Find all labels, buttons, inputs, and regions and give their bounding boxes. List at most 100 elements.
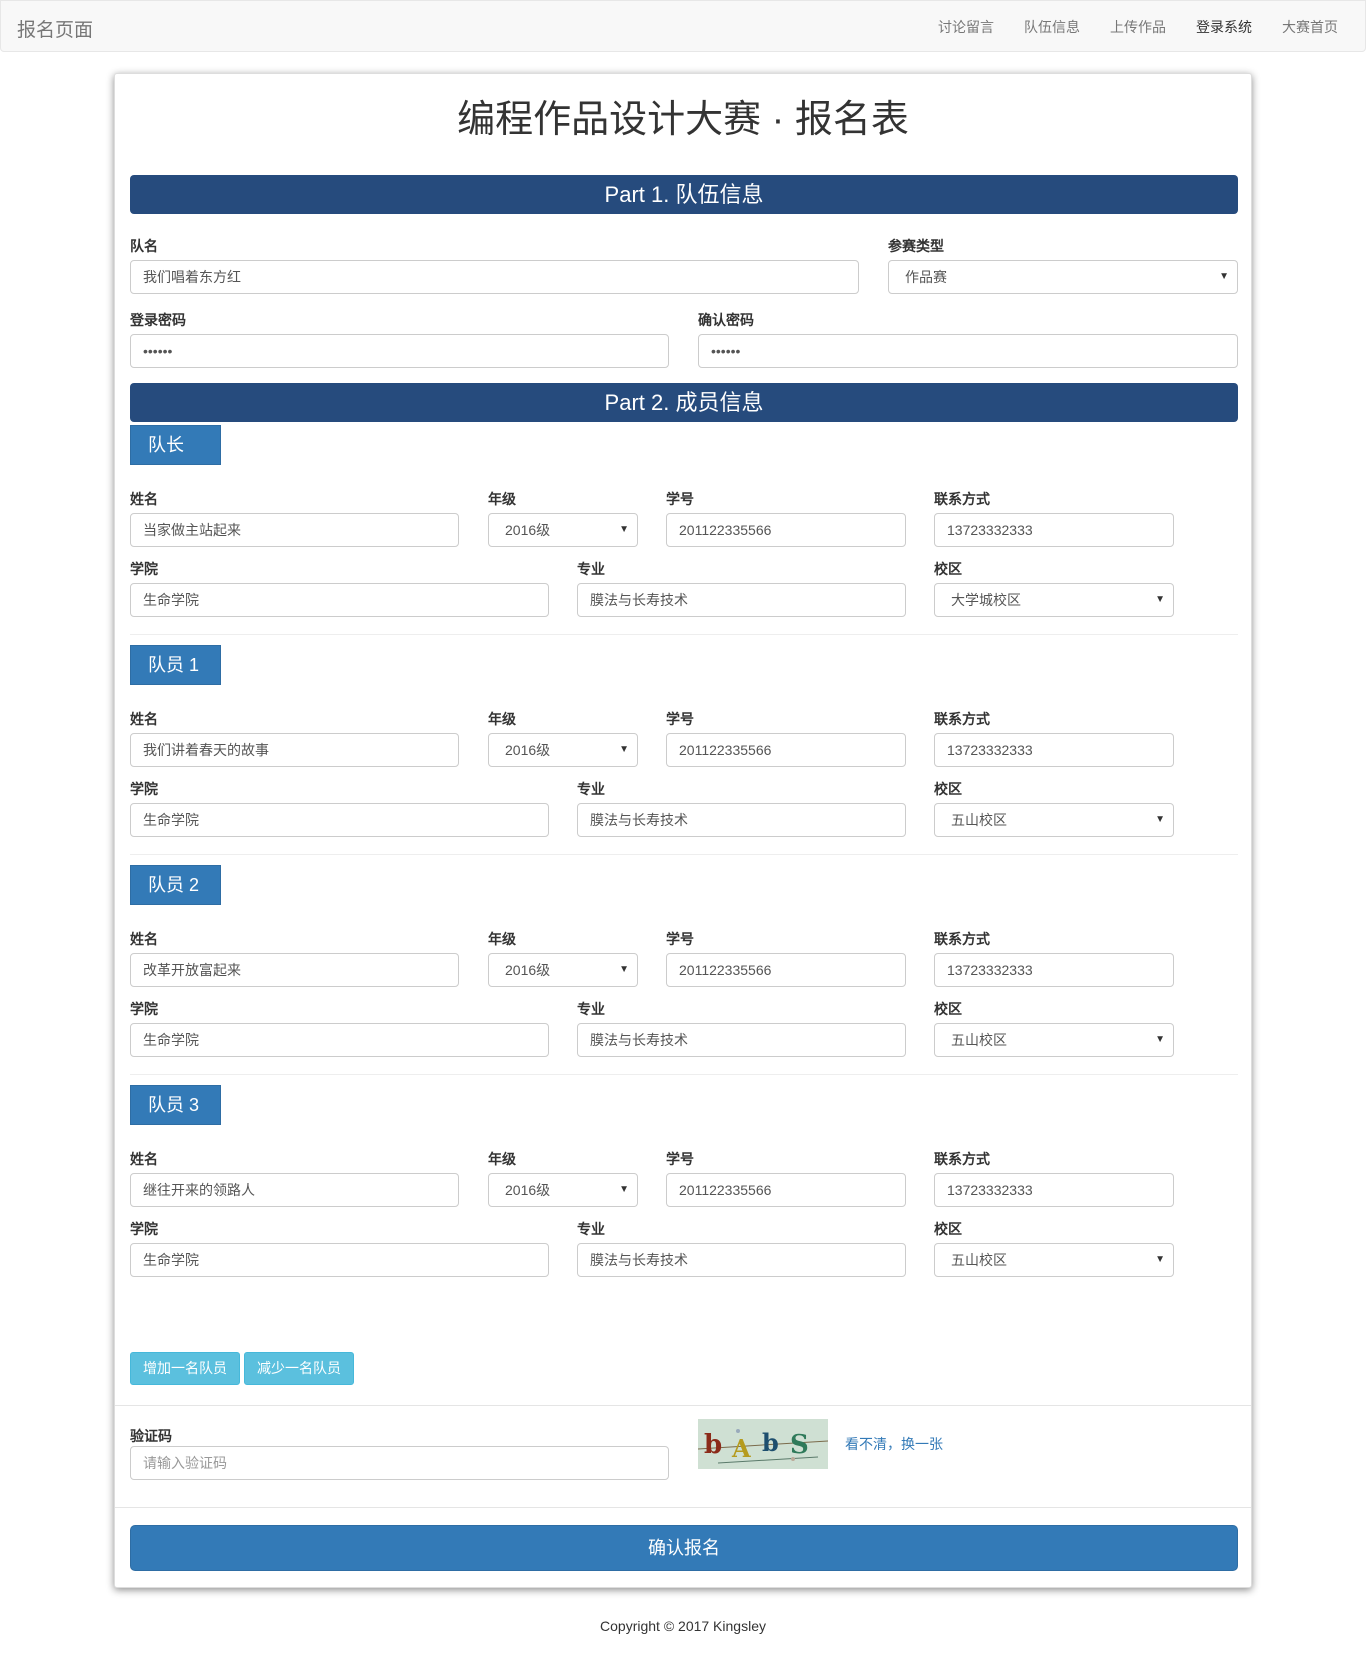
member-contact-label: 联系方式	[934, 1151, 990, 1167]
member-name-input[interactable]: 改革开放富起来	[130, 953, 459, 987]
member-major-input[interactable]: 膜法与长寿技术	[577, 1243, 906, 1277]
captcha-refresh-link[interactable]: 看不清，换一张	[845, 1434, 943, 1454]
member-college-label: 学院	[130, 1001, 158, 1017]
member-student-id-input[interactable]: 201122335566	[666, 513, 906, 547]
member-college-input[interactable]: 生命学院	[130, 1243, 549, 1277]
navbar-menu: 讨论留言 队伍信息 上传作品 登录系统 大赛首页	[923, 1, 1353, 51]
nav-item-upload[interactable]: 上传作品	[1095, 1, 1181, 51]
captcha-input[interactable]: 请输入验证码	[130, 1446, 669, 1480]
svg-text:A: A	[731, 1434, 751, 1463]
entry-type-label: 参赛类型	[888, 238, 944, 254]
member-grade-label: 年级	[488, 1151, 516, 1167]
member-grade-value: 2016级	[505, 1182, 551, 1198]
team-name-input[interactable]: 我们唱着东方红	[130, 260, 859, 294]
captcha-graphic: b A b S	[698, 1428, 828, 1464]
chevron-down-icon: ▼	[1219, 271, 1229, 282]
member-campus-select[interactable]: 五山校区 ▼	[934, 1243, 1174, 1277]
member-separator	[130, 634, 1238, 635]
member-contact-label: 联系方式	[934, 491, 990, 507]
member-major-input[interactable]: 膜法与长寿技术	[577, 803, 906, 837]
member-student-id-input[interactable]: 201122335566	[666, 953, 906, 987]
member-student-id-label: 学号	[666, 931, 694, 947]
member-campus-select[interactable]: 五山校区 ▼	[934, 803, 1174, 837]
member-college-input[interactable]: 生命学院	[130, 583, 549, 617]
member-role-button[interactable]: 队员 2	[130, 865, 221, 905]
svg-text:b: b	[762, 1428, 779, 1457]
page-title: 编程作品设计大赛 · 报名表	[457, 99, 909, 141]
member-grade-label: 年级	[488, 711, 516, 727]
member-contact-input[interactable]: 13723332333	[934, 733, 1174, 767]
entry-type-value: 作品赛	[905, 269, 947, 285]
member-college-input[interactable]: 生命学院	[130, 1023, 549, 1057]
divider	[115, 1507, 1251, 1508]
member-campus-label: 校区	[934, 561, 962, 577]
member-campus-select[interactable]: 五山校区 ▼	[934, 1023, 1174, 1057]
member-contact-label: 联系方式	[934, 711, 990, 727]
member-grade-value: 2016级	[505, 742, 551, 758]
member-student-id-label: 学号	[666, 711, 694, 727]
member-student-id-label: 学号	[666, 1151, 694, 1167]
nav-item-login[interactable]: 登录系统	[1181, 1, 1267, 51]
part2-heading: Part 2. 成员信息	[130, 383, 1238, 422]
confirm-password-input[interactable]: ••••••	[698, 334, 1238, 368]
member-name-input[interactable]: 当家做主站起来	[130, 513, 459, 547]
svg-text:b: b	[704, 1430, 722, 1460]
member-college-label: 学院	[130, 561, 158, 577]
chevron-down-icon: ▼	[619, 1184, 629, 1195]
member-student-id-label: 学号	[666, 491, 694, 507]
member-college-input[interactable]: 生命学院	[130, 803, 549, 837]
member-contact-input[interactable]: 13723332333	[934, 953, 1174, 987]
member-grade-select[interactable]: 2016级 ▼	[488, 513, 638, 547]
member-major-input[interactable]: 膜法与长寿技术	[577, 1023, 906, 1057]
captcha-label: 验证码	[130, 1428, 172, 1444]
registration-panel: 编程作品设计大赛 · 报名表 Part 1. 队伍信息 队名 我们唱着东方红 参…	[114, 73, 1252, 1588]
chevron-down-icon: ▼	[1155, 814, 1165, 825]
member-name-label: 姓名	[130, 1151, 158, 1167]
chevron-down-icon: ▼	[619, 964, 629, 975]
member-contact-input[interactable]: 13723332333	[934, 1173, 1174, 1207]
entry-type-select[interactable]: 作品赛 ▼	[888, 260, 1238, 294]
svg-text:S: S	[790, 1430, 809, 1460]
member-campus-select[interactable]: 大学城校区 ▼	[934, 583, 1174, 617]
member-college-label: 学院	[130, 781, 158, 797]
confirm-password-label: 确认密码	[698, 312, 754, 328]
member-campus-label: 校区	[934, 1001, 962, 1017]
member-campus-value: 五山校区	[951, 1032, 1007, 1048]
member-major-label: 专业	[577, 781, 605, 797]
navbar: 报名页面 讨论留言 队伍信息 上传作品 登录系统 大赛首页	[0, 0, 1366, 52]
password-input[interactable]: ••••••	[130, 334, 669, 368]
member-grade-select[interactable]: 2016级 ▼	[488, 1173, 638, 1207]
member-grade-select[interactable]: 2016级 ▼	[488, 733, 638, 767]
member-campus-label: 校区	[934, 1221, 962, 1237]
submit-button[interactable]: 确认报名	[130, 1525, 1238, 1571]
member-grade-value: 2016级	[505, 522, 551, 538]
part1-heading: Part 1. 队伍信息	[130, 175, 1238, 214]
member-major-label: 专业	[577, 1001, 605, 1017]
member-college-label: 学院	[130, 1221, 158, 1237]
member-student-id-input[interactable]: 201122335566	[666, 1173, 906, 1207]
member-role-button[interactable]: 队员 3	[130, 1085, 221, 1125]
captcha-image[interactable]: b A b S	[698, 1419, 828, 1469]
chevron-down-icon: ▼	[619, 524, 629, 535]
member-student-id-input[interactable]: 201122335566	[666, 733, 906, 767]
member-name-input[interactable]: 继往开来的领路人	[130, 1173, 459, 1207]
nav-item-team-info[interactable]: 队伍信息	[1009, 1, 1095, 51]
chevron-down-icon: ▼	[1155, 1034, 1165, 1045]
chevron-down-icon: ▼	[1155, 1254, 1165, 1265]
nav-item-home[interactable]: 大赛首页	[1267, 1, 1353, 51]
divider	[115, 1405, 1251, 1406]
member-major-label: 专业	[577, 561, 605, 577]
member-role-button[interactable]: 队员 1	[130, 645, 221, 685]
member-grade-label: 年级	[488, 491, 516, 507]
member-major-input[interactable]: 膜法与长寿技术	[577, 583, 906, 617]
member-role-button[interactable]: 队长	[130, 425, 221, 465]
remove-member-button[interactable]: 减少一名队员	[244, 1352, 354, 1385]
navbar-brand[interactable]: 报名页面	[17, 15, 93, 42]
member-contact-input[interactable]: 13723332333	[934, 513, 1174, 547]
member-grade-select[interactable]: 2016级 ▼	[488, 953, 638, 987]
member-name-label: 姓名	[130, 711, 158, 727]
member-campus-value: 五山校区	[951, 1252, 1007, 1268]
nav-item-discussion[interactable]: 讨论留言	[923, 1, 1009, 51]
add-member-button[interactable]: 增加一名队员	[130, 1352, 240, 1385]
member-name-input[interactable]: 我们讲着春天的故事	[130, 733, 459, 767]
